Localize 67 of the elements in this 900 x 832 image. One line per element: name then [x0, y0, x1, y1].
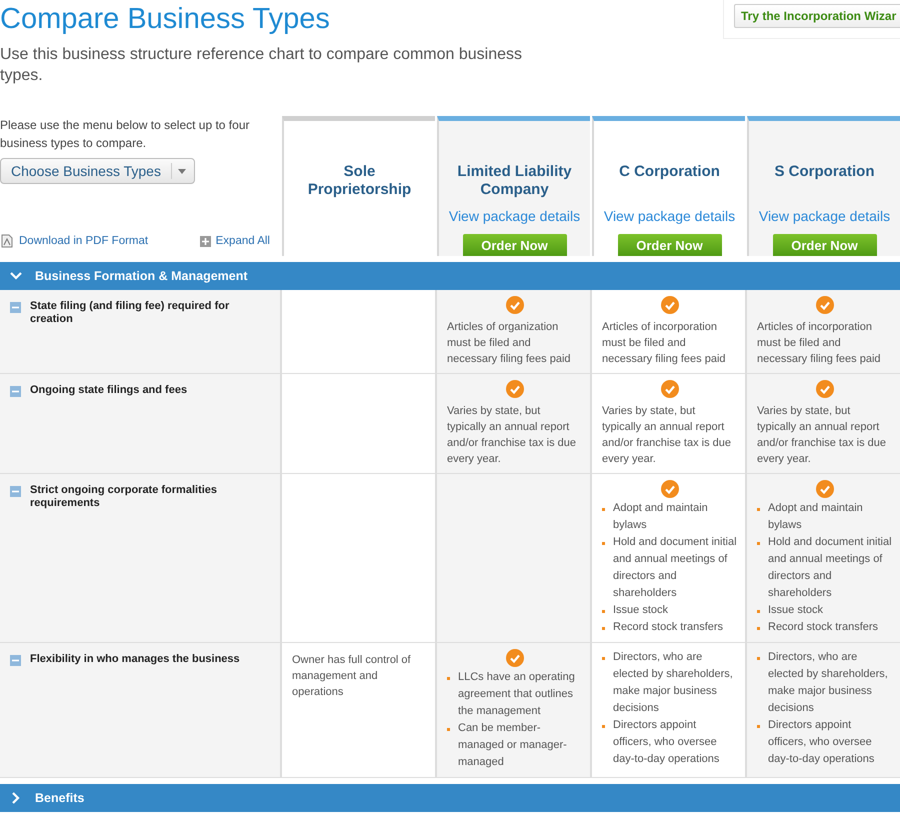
collapse-icon[interactable] — [10, 655, 21, 666]
bullet-icon — [602, 725, 605, 728]
bullet-icon — [757, 627, 760, 630]
cell-text: Articles of incorporation must be filed and necessary filing fees paid — [757, 320, 882, 367]
bullet-text: Record stock transfers — [613, 620, 724, 635]
order-now-button[interactable]: Order Now — [618, 234, 722, 256]
cell-text: Articles of organization must be filed and necessary filing fees paid — [447, 320, 572, 367]
package-details-link[interactable]: View package details — [758, 208, 890, 224]
column-title: Sole Proprietorship — [306, 163, 412, 199]
section-title: Benefits — [35, 791, 84, 805]
bullet-text: Adopt and maintain bylaws — [768, 501, 864, 533]
collapse-icon[interactable] — [10, 302, 21, 313]
bullet-text: Directors appoint officers, who oversee day-to-day operations — [768, 718, 876, 767]
bullet-icon — [602, 610, 605, 613]
document-icon — [0, 234, 14, 248]
bullet-icon — [602, 627, 605, 630]
bullet-icon — [757, 542, 760, 545]
bullet-text: Adopt and maintain bylaws — [613, 501, 709, 533]
bullet-text: Record stock transfers — [768, 620, 878, 635]
package-details-link[interactable]: View package details — [448, 208, 580, 224]
bullet-icon — [757, 725, 760, 728]
section-header[interactable]: Business Formation & Management — [0, 262, 900, 290]
caret-icon — [170, 163, 186, 179]
bullet-text: Hold and document initial and annual meetings of directors and shareholders — [613, 535, 737, 601]
section-header[interactable]: Benefits — [0, 784, 900, 812]
feature-label: Ongoing state filings and fees — [30, 384, 188, 397]
bullet-text: LLCs have an operating agreement that outlines the management — [458, 670, 576, 719]
bullet-text: Directors, who are elected by shareholders, make major business decisions — [613, 650, 734, 716]
plus-icon — [200, 236, 211, 246]
cell-text: Varies by state, but typically an annual report and/or franchise tax is due every year. — [447, 404, 578, 467]
bullet-icon — [602, 508, 605, 511]
cell-text: Articles of incorporation must be filed and necessary filing fees paid — [602, 320, 727, 367]
feature-label: Flexibility in who manages the business — [30, 653, 240, 666]
pdf-download-link[interactable]: Download in PDF Format — [0, 234, 148, 248]
cell-text: Varies by state, but typically an annual report and/or franchise tax is due every year. — [602, 404, 732, 467]
bullet-icon — [757, 508, 760, 511]
bullet-icon — [447, 677, 450, 680]
bullet-icon — [757, 610, 760, 613]
instructions-text: Please use the menu below to select up to four business types to compare. — [0, 117, 250, 152]
package-details-link[interactable]: View package details — [604, 208, 736, 224]
business-types-dropdown[interactable]: Choose Business Types — [0, 158, 195, 184]
bullet-text: Directors, who are elected by shareholders, make major business decisions — [768, 650, 889, 716]
bullet-icon — [447, 728, 450, 731]
collapse-icon[interactable] — [10, 486, 21, 497]
bullet-text: Can be member-managed or manager-managed — [458, 721, 568, 770]
order-now-button[interactable]: Order Now — [462, 234, 566, 256]
column-title: Limited Liability Company — [456, 163, 573, 199]
page-subtitle: Use this business structure reference chart to compare common business types. — [0, 45, 524, 86]
order-now-button[interactable]: Order Now — [772, 234, 876, 256]
column-title: C Corporation — [618, 163, 721, 181]
bullet-icon — [757, 657, 760, 660]
bullet-text: Hold and document initial and annual meetings of directors and shareholders — [768, 535, 892, 601]
expand-all-link[interactable]: Expand All — [200, 234, 270, 248]
bullet-text: Issue stock — [768, 603, 824, 618]
cell-text: Owner has full control of management and operations — [292, 653, 412, 700]
bullet-icon — [602, 657, 605, 660]
wizard-button[interactable]: Try the Incorporation Wizar — [734, 4, 900, 28]
bullet-text: Issue stock — [613, 603, 668, 618]
section-title: Business Formation & Management — [35, 269, 248, 283]
feature-label: State filing (and filing fee) required for creation — [30, 300, 230, 326]
collapse-icon[interactable] — [10, 386, 21, 397]
bullet-text: Directors appoint officers, who oversee day-to-day operations — [613, 718, 720, 767]
cell-text: Varies by state, but typically an annual report and/or franchise tax is due every year. — [757, 404, 888, 467]
bullet-icon — [602, 542, 605, 545]
page-title: Compare Business Types — [0, 3, 331, 36]
feature-label: Strict ongoing corporate formalities requirements — [30, 484, 218, 510]
column-title: S Corporation — [774, 163, 876, 181]
